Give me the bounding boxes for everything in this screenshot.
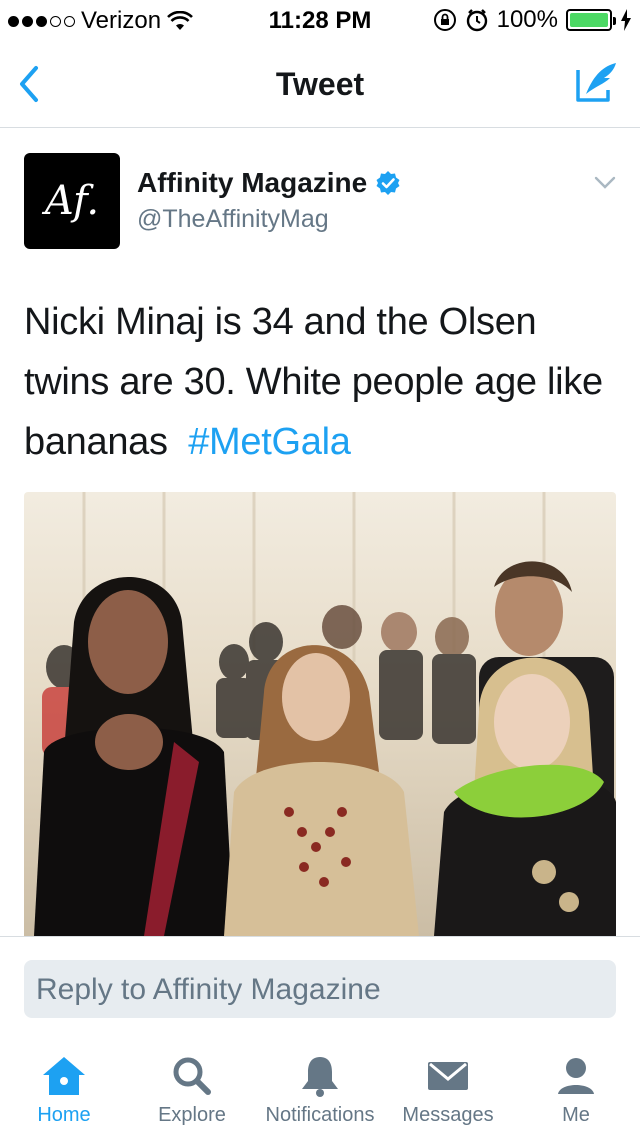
tab-explore-label: Explore xyxy=(158,1104,226,1126)
author-name-text: Affinity Magazine xyxy=(137,167,368,198)
tweet-photo-image xyxy=(24,492,616,936)
tab-me-label: Me xyxy=(562,1104,590,1126)
tab-explore[interactable]: Explore xyxy=(128,1054,256,1127)
battery-percent: 100% xyxy=(496,6,558,33)
page-title: Tweet xyxy=(275,66,365,102)
battery-icon xyxy=(566,9,616,31)
search-icon xyxy=(173,1057,211,1095)
home-icon xyxy=(43,1057,85,1095)
nav-bar: Tweet xyxy=(0,40,640,128)
charging-bolt-icon xyxy=(621,9,631,31)
alarm-icon xyxy=(466,9,487,32)
tweet-text: Nicki Minaj is 34 and the Olsen twins ar… xyxy=(24,292,616,472)
compose-tweet-icon[interactable] xyxy=(574,60,620,106)
tab-me[interactable]: Me xyxy=(512,1054,640,1127)
person-icon xyxy=(558,1058,594,1094)
divider xyxy=(0,936,640,937)
author-name[interactable]: Affinity Magazine xyxy=(137,167,401,199)
status-right: 100% xyxy=(433,6,632,34)
author-handle[interactable]: @TheAffinityMag xyxy=(137,205,329,234)
tab-messages[interactable]: Messages xyxy=(384,1054,512,1127)
tab-messages-label: Messages xyxy=(402,1104,494,1126)
envelope-icon xyxy=(428,1062,468,1090)
tab-bar: Home Explore Notifications Messages Me xyxy=(0,1040,640,1136)
verified-badge-icon xyxy=(376,171,400,195)
chevron-down-icon[interactable] xyxy=(594,176,616,190)
tweet-photo[interactable] xyxy=(24,492,616,936)
bell-icon xyxy=(302,1057,338,1097)
tab-home-label: Home xyxy=(37,1104,91,1126)
tab-notifications-label: Notifications xyxy=(265,1104,375,1126)
reply-input[interactable]: Reply to Affinity Magazine xyxy=(24,960,616,1018)
tab-home[interactable]: Home xyxy=(0,1054,128,1127)
hashtag-link[interactable]: #MetGala xyxy=(188,421,351,463)
tab-notifications[interactable]: Notifications xyxy=(256,1054,384,1127)
avatar[interactable]: Af. xyxy=(24,153,120,249)
status-bar: Verizon 11:28 PM 100% xyxy=(0,0,640,40)
orientation-lock-icon xyxy=(433,9,456,31)
